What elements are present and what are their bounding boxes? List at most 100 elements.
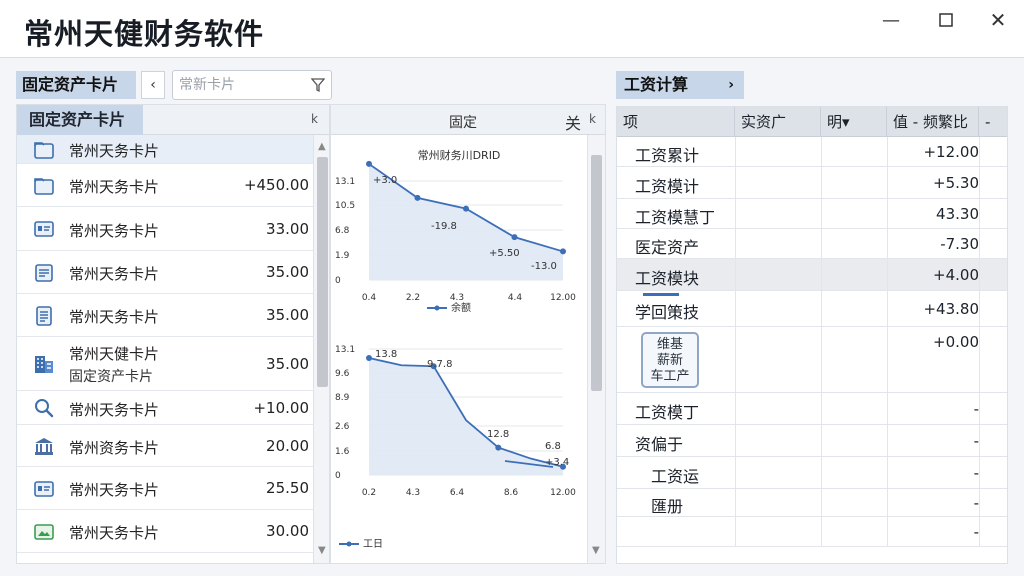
payroll-tab[interactable]: 工资计算 ›: [616, 71, 744, 99]
table-row[interactable]: 工资模计 +5.30: [617, 167, 1007, 199]
chart-point: [560, 248, 566, 255]
maximize-button[interactable]: [932, 10, 960, 30]
table-row[interactable]: 工资模丁 -: [617, 393, 1007, 425]
list-item-label: 常州天务卡片: [69, 308, 160, 326]
list-item[interactable]: 常州天务卡片 25.50: [17, 467, 313, 510]
table-row[interactable]: 工资模慧丁 43.30: [617, 199, 1007, 229]
table-row[interactable]: 学回策技 +43.80: [617, 291, 1007, 327]
grid-cell-divider: [979, 199, 980, 228]
list-item[interactable]: 常州天务卡片 33.00: [17, 207, 313, 251]
row-name: 工资模计: [635, 177, 700, 196]
column-header[interactable]: -: [979, 107, 1007, 137]
search-box[interactable]: [172, 70, 332, 100]
close-button[interactable]: ✕: [984, 8, 1012, 32]
list-item-label: 常州天务卡片: [69, 564, 159, 565]
chevron-right-icon[interactable]: ›: [728, 71, 734, 99]
list-item-value: 35.00: [266, 354, 309, 373]
data-label: +5.50: [489, 248, 520, 259]
back-button[interactable]: ‹: [141, 71, 165, 99]
y-tick-label: 6.8: [335, 226, 350, 236]
list-header-title: 固定资产卡片: [17, 105, 143, 135]
row-value: +0.00: [933, 333, 979, 351]
list-item[interactable]: 固定资产卡片 常州天健卡片 35.00: [17, 337, 313, 391]
table-row[interactable]: 工资运 -: [617, 457, 1007, 489]
row-name: 工资模慧丁: [635, 208, 716, 227]
list-item-value: +10.00: [253, 398, 309, 417]
table-row[interactable]: 医定资产 -7.30: [617, 229, 1007, 259]
list-item[interactable]: 常州天务卡片 35.00: [17, 294, 313, 337]
chart-scroll-down-icon[interactable]: ▼: [592, 545, 600, 556]
grid-cell-divider: [979, 517, 980, 546]
list-item[interactable]: 常州天务卡片 30.00: [17, 510, 313, 553]
column-header[interactable]: 项: [617, 107, 735, 137]
list-item-label: 常州天务卡片: [69, 481, 160, 499]
y-tick-label: 0: [335, 471, 341, 481]
payroll-grid: 项实资广 明▾ 值 - 频繁比 - 工资累计 +12.00 工资模计 +5.30 工资模慧丁 4…: [616, 106, 1008, 564]
document-icon: [33, 262, 55, 284]
legend-marker: [434, 305, 440, 311]
grid-cell-divider: [735, 425, 736, 456]
y-tick-label: 1.9: [335, 251, 350, 261]
table-row[interactable]: -: [617, 517, 1007, 547]
stamp-icon[interactable]: 维基 薪新 车工产: [641, 332, 699, 388]
grid-cell-divider: [887, 291, 888, 326]
column-header[interactable]: 实资广: [735, 107, 821, 137]
list-item[interactable]: 常州天务卡片 35.00: [17, 251, 313, 294]
list-item[interactable]: 常州天务卡片: [17, 553, 313, 565]
grid-cell-divider: [821, 291, 822, 326]
chart-point: [366, 160, 372, 167]
image-icon: [33, 521, 55, 543]
row-name: 工资运: [651, 467, 700, 486]
list-item[interactable]: 常州天务卡片 +10.00: [17, 391, 313, 425]
legend-marker: [346, 541, 352, 547]
table-row[interactable]: 维基 薪新 车工产 +0.00: [617, 327, 1007, 393]
column-header[interactable]: 明▾: [821, 107, 887, 137]
scroll-down-icon[interactable]: ▼: [318, 545, 326, 556]
chart-panel-icon[interactable]: k: [589, 112, 596, 126]
row-name: 工资累计: [635, 146, 700, 165]
grid-cell-divider: [735, 517, 736, 546]
grid-cell-divider: [979, 457, 980, 488]
grid-cell-divider: [821, 259, 822, 290]
row-value: +5.30: [933, 173, 979, 192]
grid-cell-divider: [821, 167, 822, 198]
list-item-sublabel: 固定资产卡片: [69, 369, 153, 385]
minimize-button[interactable]: —: [877, 10, 905, 31]
list-item[interactable]: 常州天务卡片 +450.00: [17, 164, 313, 207]
list-scrollbar[interactable]: ▲ ▼: [313, 135, 329, 563]
table-row[interactable]: 工资模块 +4.00: [617, 259, 1007, 291]
list-header: 固定资产卡片 k: [17, 105, 329, 135]
grid-cell-divider: [887, 517, 888, 546]
chart-scrollbar[interactable]: ▼: [587, 135, 605, 563]
filter-icon[interactable]: [311, 77, 325, 93]
grid-cell-divider: [821, 199, 822, 228]
list-header-icon[interactable]: k: [311, 112, 318, 126]
table-row[interactable]: 工资累计 +12.00: [617, 137, 1007, 167]
y-tick-label: 10.5: [335, 201, 355, 211]
chart-title: 常州财务川DRID: [418, 148, 501, 162]
list-item-label: 常州天务卡片: [69, 178, 160, 196]
table-row[interactable]: 资偏于 -: [617, 425, 1007, 457]
list-item[interactable]: 常州天务卡片: [17, 135, 313, 164]
column-header[interactable]: 值 - 频繁比: [887, 107, 979, 137]
list-item-label: 常州天务卡片: [69, 265, 160, 283]
chart-point: [463, 205, 469, 212]
search-input[interactable]: [173, 71, 293, 99]
x-tick-label: 12.00: [550, 293, 576, 303]
grid-cell-divider: [979, 167, 980, 198]
grid-cell-divider: [735, 393, 736, 424]
scroll-up-icon[interactable]: ▲: [318, 141, 326, 152]
list-item-label: 常州天务卡片: [69, 221, 160, 240]
grid-cell-divider: [887, 489, 888, 516]
chart-scroll-thumb[interactable]: [591, 155, 602, 391]
list-item-value: 25.50: [266, 479, 309, 497]
scroll-thumb[interactable]: [317, 157, 328, 387]
x-tick-label: 4.4: [508, 293, 523, 303]
list-item-value: 33.00: [266, 219, 309, 238]
grid-cell-divider: [821, 327, 822, 392]
x-tick-label: 2.2: [406, 293, 420, 303]
chart-panel-close[interactable]: 关: [565, 110, 581, 134]
table-row[interactable]: 匯册 -: [617, 489, 1007, 517]
fixed-asset-tab[interactable]: 固定资产卡片: [16, 71, 136, 99]
list-item[interactable]: 常州资务卡片 20.00: [17, 425, 313, 467]
